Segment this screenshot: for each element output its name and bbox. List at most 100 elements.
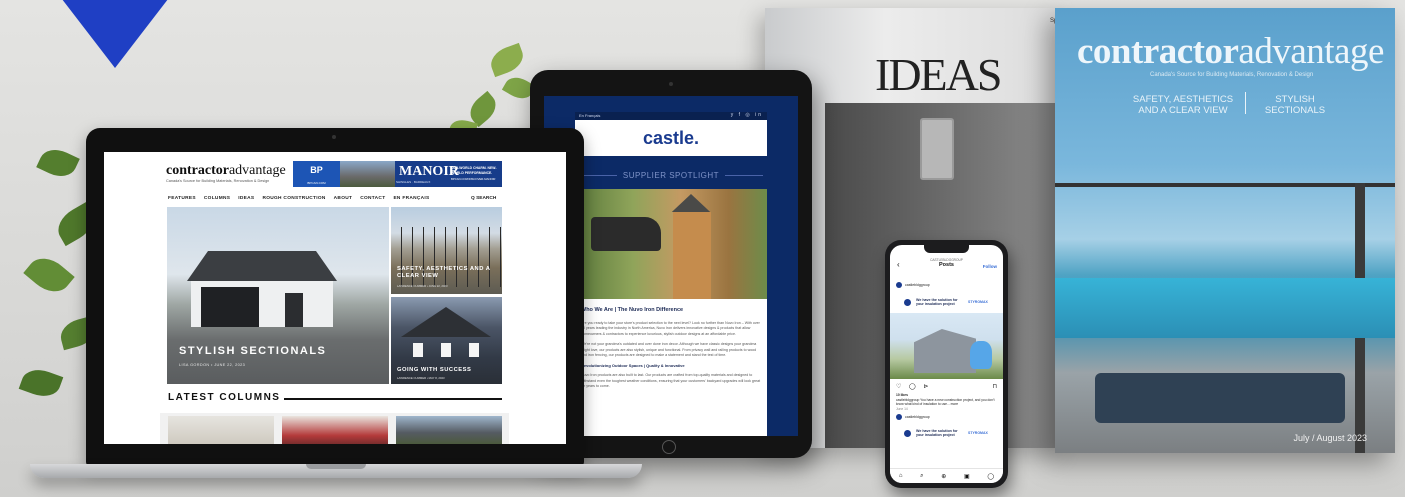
nav-item-features[interactable]: FEATURES [168, 196, 196, 201]
bookmark-icon[interactable]: ⊓ [992, 383, 997, 390]
side-article-title: SAFETY, AESTHETICS AND A CLEAR VIEW [397, 266, 491, 279]
issue-date: July / August 2023 [1293, 433, 1367, 443]
house-roof [187, 251, 337, 281]
bp-logo: BP BPCAN.COM [293, 161, 340, 187]
side-article[interactable]: SAFETY, AESTHETICS AND A CLEAR VIEW LAWR… [391, 207, 502, 294]
language-link[interactable]: En Français [579, 113, 600, 118]
article-paragraph: Nuvo Iron products are also built to las… [581, 373, 761, 389]
window [469, 343, 479, 357]
banner-ad[interactable]: BP BPCAN.COM MANOIR SHINGLES · BARDEAUX O… [293, 161, 502, 187]
nav-item-columns[interactable]: COLUMNS [204, 196, 230, 201]
article-photo [575, 189, 767, 299]
ad-logo-icon [904, 299, 911, 306]
nav-item-rough-construction[interactable]: ROUGH CONSTRUCTION [262, 196, 325, 201]
site-logo[interactable]: contractoradvantage [166, 163, 286, 179]
nav-item-about[interactable]: ABOUT [334, 196, 353, 201]
post-caption: castlebldggroup You have a new construct… [896, 398, 995, 407]
home-icon[interactable]: ⌂ [899, 473, 903, 479]
newsletter-topbar: En Français y f ◎ in [575, 112, 767, 120]
magazine-contractor-advantage-cover: contractoradvantage Canada's Source for … [1055, 8, 1395, 453]
plant-leaf [36, 143, 80, 183]
manoir-logo: MANOIR [399, 164, 459, 179]
search-icon[interactable]: ⌕ [920, 473, 923, 480]
follow-button[interactable]: Follow [983, 264, 997, 269]
laptop-base [30, 464, 642, 478]
camera [332, 135, 336, 139]
heading-rule [284, 398, 502, 400]
post-ad-header: We have the solution for your insulation… [890, 295, 1003, 311]
post-author[interactable]: castlebldggroup [896, 282, 930, 288]
column-thumbnail[interactable] [396, 416, 502, 444]
house-gable [401, 307, 491, 337]
social-icons[interactable]: y f ◎ in [731, 112, 763, 118]
side-article-byline: LAWRENCE CUMMER • MAY 8, 2023 [397, 376, 445, 380]
nav-item-ideas[interactable]: IDEAS [238, 196, 254, 201]
cover-line: SAFETY, AESTHETICS AND A CLEAR VIEW [1132, 94, 1234, 116]
window [441, 343, 451, 357]
avatar [896, 282, 902, 288]
magazine-title: IDEAS [875, 49, 1002, 100]
phone-screen: ‹ CASTLEBLDGGROUP Posts Follow castlebld… [890, 245, 1003, 483]
laptop-device: contractoradvantage Canada's Source for … [86, 128, 584, 466]
post-cap [671, 194, 711, 212]
article-paragraph: We're not your grandma's outdated and ov… [581, 342, 757, 358]
hero-byline: LISA GORDON • JUNE 22, 2023 [179, 363, 246, 367]
plant-leaf [486, 42, 528, 78]
columns-strip [160, 413, 509, 444]
profile-icon[interactable]: ◯ [987, 473, 994, 480]
blue-triangle-shape [55, 0, 175, 68]
post-ad-header: We have the solution for your insulation… [890, 426, 1003, 442]
reels-icon[interactable]: ▣ [964, 473, 970, 480]
post-actions[interactable]: ♡ ◯ ⊳ [896, 383, 931, 390]
railing [1055, 183, 1395, 187]
home-button [662, 440, 676, 454]
phone-notch [924, 245, 969, 253]
article-body: Who We Are | The Nuvo Iron Difference Ar… [575, 299, 767, 436]
wood-post [673, 212, 711, 299]
search-button[interactable]: Q SEARCH [471, 196, 496, 201]
latest-columns-heading: LATEST COLUMNS [168, 392, 281, 403]
hero-article[interactable]: STYLISH SECTIONALS LISA GORDON • JUNE 22… [167, 207, 389, 384]
laptop-notch [306, 464, 366, 469]
nav-item-contact[interactable]: CONTACT [360, 196, 385, 201]
main-nav: FEATURES COLUMNS IDEAS ROUGH CONSTRUCTIO… [168, 196, 430, 201]
post-image[interactable] [890, 313, 1003, 379]
side-article[interactable]: GOING WITH SUCCESS LAWRENCE CUMMER • MAY… [391, 297, 502, 384]
avatar [896, 414, 902, 420]
phone-device: ‹ CASTLEBLDGGROUP Posts Follow castlebld… [885, 240, 1008, 488]
column-thumbnail[interactable] [282, 416, 388, 444]
nav-item-french[interactable]: EN FRANÇAIS [393, 196, 429, 201]
site-tagline: Canada's Source for Building Materials, … [166, 179, 270, 183]
article-paragraph: Are you ready to take your store's produ… [581, 321, 760, 336]
window [413, 343, 423, 357]
article-subhead: Revolutionizing Outdoor Spaces | Quality… [581, 363, 685, 369]
castle-logo: castle. [575, 120, 767, 156]
ad-headline: We have the solution for your insulation… [916, 298, 958, 307]
cover-line: STYLISH SECTIONALS [1264, 94, 1326, 116]
ad-copy: OLD-WORLD CHARM. NEW-WORLD PERFORMANCE. B… [451, 166, 497, 182]
tab-bar: ⌂ ⌕ ⊕ ▣ ◯ [890, 468, 1003, 483]
plant-leaf [18, 364, 64, 402]
house-cutaway [914, 329, 976, 373]
post-author[interactable]: castlebldggroup [896, 414, 930, 420]
laptop-screen: contractoradvantage Canada's Source for … [104, 152, 566, 444]
drill [591, 217, 661, 251]
sofa [1095, 373, 1345, 423]
mascot [970, 341, 992, 369]
door-plate [920, 118, 954, 180]
post-date: June 14 [896, 407, 908, 411]
camera [669, 82, 673, 86]
likes-count: 10 likes [896, 393, 908, 397]
add-post-icon[interactable]: ⊕ [941, 473, 946, 480]
side-article-byline: LAWRENCE CUMMER • JUNE 22, 2023 [397, 284, 448, 288]
masthead: contractoradvantage [1077, 31, 1384, 72]
ad-brand: STYROMAX [968, 300, 988, 304]
front-door [285, 293, 303, 327]
ad-brand: STYROMAX [968, 431, 988, 435]
tagline: Canada's Source for Building Materials, … [1150, 72, 1314, 78]
side-article-title: GOING WITH SUCCESS [397, 367, 472, 373]
column-thumbnail[interactable] [168, 416, 274, 444]
cover-line-divider [1245, 92, 1246, 114]
plant-leaf [23, 250, 75, 300]
article-title: Who We Are | The Nuvo Iron Difference [581, 307, 684, 313]
